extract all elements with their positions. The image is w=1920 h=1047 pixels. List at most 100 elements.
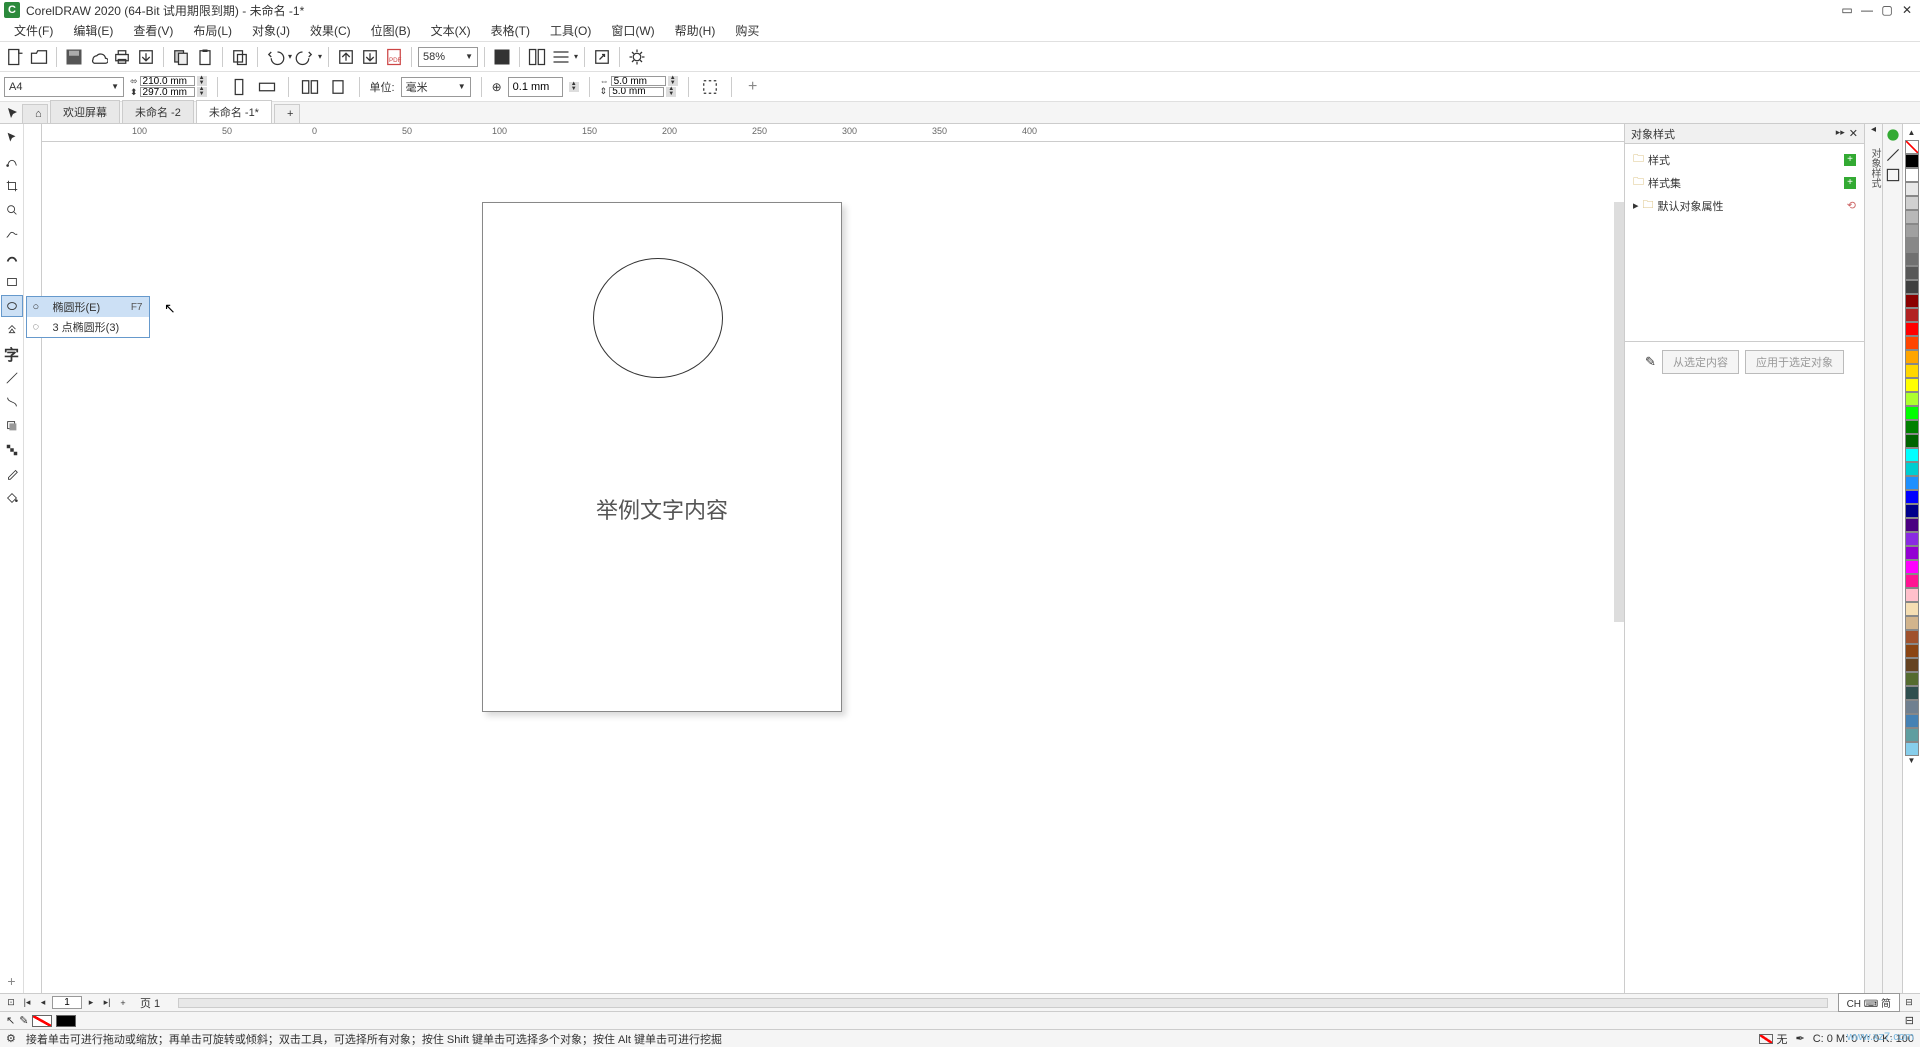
snap-dropdown-icon[interactable]: ▾ (574, 52, 578, 61)
panel-toggle-icon[interactable]: ⊟ (1905, 1014, 1914, 1027)
page-number-input[interactable] (52, 996, 82, 1009)
color-swatch[interactable] (1905, 154, 1919, 168)
swatch-indicator-icon[interactable] (1884, 166, 1902, 184)
options-icon[interactable] (626, 46, 648, 68)
color-swatch[interactable] (1905, 518, 1919, 532)
color-swatch[interactable] (1905, 504, 1919, 518)
color-swatch[interactable] (1905, 700, 1919, 714)
menu-购买[interactable]: 购买 (725, 22, 769, 39)
color-swatch[interactable] (1905, 490, 1919, 504)
shape-tool[interactable] (1, 151, 23, 173)
menu-文本x[interactable]: 文本(X) (421, 22, 481, 39)
color-swatch[interactable] (1905, 434, 1919, 448)
eyedropper-small-icon[interactable]: ✎ (1645, 354, 1656, 370)
pick-tool[interactable] (1, 127, 23, 149)
fill-indicator[interactable]: 无 (1759, 1031, 1787, 1047)
spinner-buttons[interactable]: ▲▼ (569, 82, 579, 92)
snap-icon[interactable] (526, 46, 548, 68)
ime-indicator[interactable]: CH ⌨ 简 (1838, 993, 1900, 1012)
color-swatch[interactable] (1905, 210, 1919, 224)
style-tree-item[interactable]: ▸ 🗀默认对象属性⟲ (1629, 194, 1860, 217)
landscape-icon[interactable] (256, 76, 278, 98)
text-tool[interactable]: 字 (1, 343, 23, 365)
clipboard-icon[interactable] (229, 46, 251, 68)
copy-icon[interactable] (170, 46, 192, 68)
color-swatch[interactable] (1905, 336, 1919, 350)
apply-to-selection-button[interactable]: 应用于选定对象 (1745, 350, 1844, 374)
color-swatch[interactable] (1905, 322, 1919, 336)
panel-title-bar[interactable]: 对象样式 ▸▸ ✕ (1625, 124, 1864, 144)
color-swatch[interactable] (1905, 476, 1919, 490)
align-icon[interactable] (550, 46, 572, 68)
flyout-item[interactable]: ◌3 点椭圆形(3) (27, 317, 149, 337)
color-swatch[interactable] (1905, 686, 1919, 700)
add-preset-icon[interactable]: + (742, 76, 764, 98)
print-icon[interactable] (111, 46, 133, 68)
page-height-input[interactable] (140, 87, 195, 97)
color-swatch[interactable] (1905, 224, 1919, 238)
color-swatch[interactable] (1905, 294, 1919, 308)
color-swatch[interactable] (1905, 728, 1919, 742)
nav-collapse-icon[interactable]: ⊟ (1902, 997, 1916, 1008)
vertical-scrollbar[interactable] (1614, 202, 1624, 622)
crop-tool[interactable] (1, 175, 23, 197)
close-icon[interactable]: ✕ (1898, 2, 1916, 18)
drop-shadow-tool[interactable] (1, 415, 23, 437)
color-swatch[interactable] (1905, 350, 1919, 364)
spinner-buttons[interactable]: ▲▼ (197, 87, 207, 97)
help-toolbar-icon[interactable]: ▭ (1838, 2, 1856, 18)
color-swatch[interactable] (1905, 448, 1919, 462)
add-page-icon[interactable]: + (116, 998, 130, 1008)
color-swatch[interactable] (1905, 714, 1919, 728)
portrait-icon[interactable] (228, 76, 250, 98)
color-swatch[interactable] (1905, 574, 1919, 588)
menu-对象j[interactable]: 对象(J) (242, 22, 300, 39)
menu-编辑e[interactable]: 编辑(E) (63, 22, 123, 39)
color-swatch[interactable] (1905, 168, 1919, 182)
color-swatch[interactable] (1905, 742, 1919, 756)
pick-tool-quick-icon[interactable] (4, 105, 22, 123)
add-tab-button[interactable]: + (274, 104, 300, 123)
panel-collapse-icon[interactable]: ▸▸ (1836, 127, 1845, 140)
connector-tool[interactable] (1, 391, 23, 413)
menu-布局l[interactable]: 布局(L) (183, 22, 242, 39)
fill-tool[interactable] (1, 487, 23, 509)
menu-文件f[interactable]: 文件(F) (4, 22, 63, 39)
polygon-tool[interactable] (1, 319, 23, 341)
color-swatch[interactable] (1905, 378, 1919, 392)
last-page-icon[interactable]: ▸| (100, 997, 114, 1008)
color-swatch[interactable] (1905, 616, 1919, 630)
text-object[interactable]: 举例文字内容 (483, 493, 841, 525)
export2-icon[interactable] (359, 46, 381, 68)
color-swatch[interactable] (1905, 588, 1919, 602)
zoom-tool[interactable] (1, 199, 23, 221)
add-style-icon[interactable]: + (1844, 154, 1856, 166)
home-tab[interactable]: ⌂ (22, 104, 48, 123)
next-page-icon[interactable]: ▸ (84, 997, 98, 1008)
color-swatch[interactable] (1905, 658, 1919, 672)
ellipse-object[interactable] (593, 258, 723, 378)
cloud-save-icon[interactable] (87, 46, 109, 68)
docker-expand-icon[interactable]: ◂ (1865, 124, 1882, 142)
style-tree-item[interactable]: 🗀样式集+ (1629, 171, 1860, 194)
undo-icon[interactable] (264, 46, 286, 68)
gear-icon[interactable]: ⚙ (6, 1032, 16, 1045)
color-swatch[interactable] (1905, 546, 1919, 560)
menu-效果c[interactable]: 效果(C) (300, 22, 361, 39)
page-width-input[interactable] (140, 76, 195, 86)
color-swatch[interactable] (1905, 182, 1919, 196)
save-icon[interactable] (63, 46, 85, 68)
document-tab[interactable]: 欢迎屏幕 (50, 100, 120, 123)
toolbox-add-icon[interactable]: + (1, 970, 23, 992)
artistic-media-tool[interactable] (1, 247, 23, 269)
publish-pdf-icon[interactable]: PDF (383, 46, 405, 68)
color-swatch[interactable] (1905, 644, 1919, 658)
freehand-tool[interactable] (1, 223, 23, 245)
spinner-buttons[interactable]: ▲▼ (668, 76, 678, 86)
menu-窗口w[interactable]: 窗口(W) (601, 22, 664, 39)
canvas[interactable]: 举例文字内容 ↖ (42, 142, 1624, 993)
color-swatch[interactable] (1905, 238, 1919, 252)
paper-preset-combo[interactable]: A4▼ (4, 77, 124, 97)
minimize-icon[interactable]: — (1858, 2, 1876, 18)
color-indicator-icon[interactable] (1884, 126, 1902, 144)
